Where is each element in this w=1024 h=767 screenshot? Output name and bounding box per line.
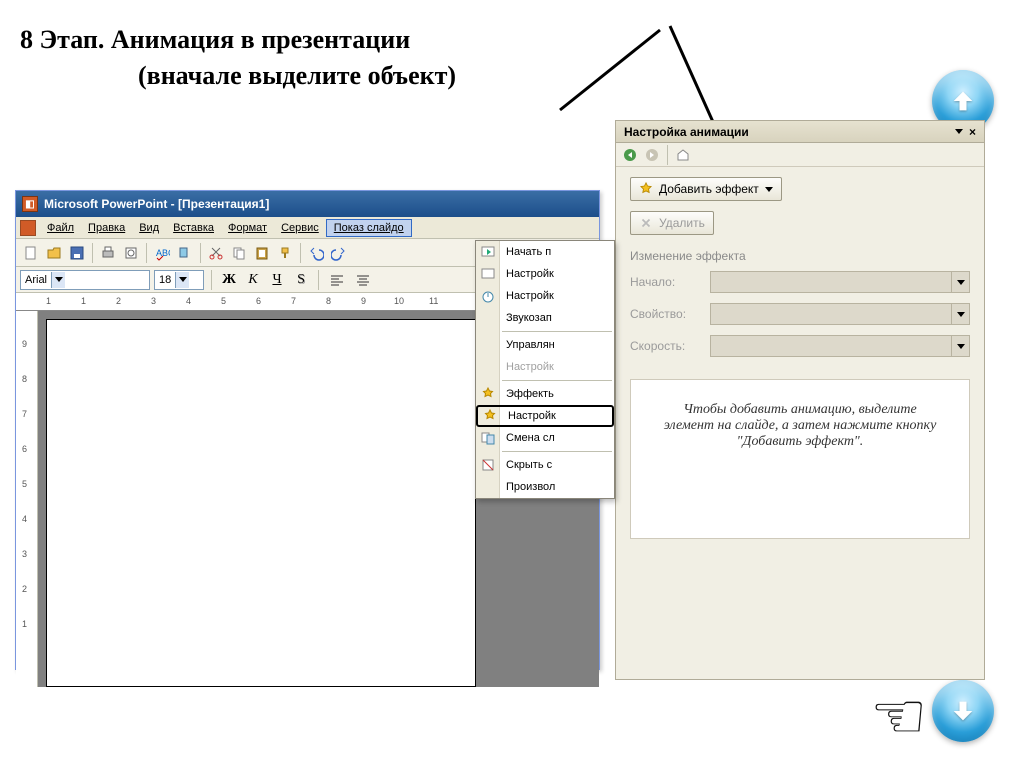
spell-icon[interactable]: ABC (151, 242, 173, 264)
powerpoint-icon: ◧ (22, 196, 38, 212)
menu-item-hide-slide[interactable]: Скрыть с (476, 454, 614, 476)
shadow-button[interactable]: S (291, 270, 311, 290)
heading-line1: 8 Этап. Анимация в презентации (20, 22, 410, 58)
remove-icon (639, 216, 653, 230)
preview-icon[interactable] (120, 242, 142, 264)
font-name-combo[interactable]: Arial (20, 270, 150, 290)
close-icon[interactable]: × (969, 125, 976, 139)
start-combo (710, 271, 970, 293)
italic-button[interactable]: К (243, 270, 263, 290)
open-icon[interactable] (43, 242, 65, 264)
chevron-down-icon[interactable] (51, 272, 65, 288)
paste-icon[interactable] (251, 242, 273, 264)
copy-icon[interactable] (228, 242, 250, 264)
menu-item-effects[interactable]: Эффекть (476, 383, 614, 405)
menu-edit[interactable]: Правка (81, 220, 132, 236)
star-icon (480, 386, 496, 402)
pane-titlebar: Настройка анимации × (616, 121, 984, 143)
change-effect-label: Изменение эффекта (630, 249, 970, 263)
swap-icon (480, 430, 496, 446)
menu-bar[interactable]: Файл Правка Вид Вставка Формат Сервис По… (16, 217, 599, 239)
new-icon[interactable] (20, 242, 42, 264)
property-combo (710, 303, 970, 325)
save-icon[interactable] (66, 242, 88, 264)
heading-line2: (вначале выделите объект) (138, 58, 456, 94)
menu-item-custom-animation[interactable]: Настройк (476, 405, 614, 427)
menu-item-rehearse[interactable]: Настройк (476, 285, 614, 307)
menu-file[interactable]: Файл (40, 220, 81, 236)
menu-item-custom-shows[interactable]: Произвол (476, 476, 614, 498)
pane-nav-toolbar[interactable] (616, 143, 984, 167)
undo-icon[interactable] (305, 242, 327, 264)
research-icon[interactable] (174, 242, 196, 264)
bold-button[interactable]: Ж (219, 270, 239, 290)
anim-icon (482, 408, 498, 424)
add-effect-button[interactable]: Добавить эффект (630, 177, 782, 201)
gear-icon (480, 266, 496, 282)
remove-button: Удалить (630, 211, 714, 235)
menu-item-transition[interactable]: Смена сл (476, 427, 614, 449)
remove-label: Удалить (659, 216, 705, 230)
align-left-icon[interactable] (326, 269, 348, 291)
chevron-down-icon (765, 187, 773, 192)
slide[interactable] (46, 319, 476, 687)
print-icon[interactable] (97, 242, 119, 264)
window-titlebar: ◧ Microsoft PowerPoint - [Презентация1] (16, 191, 599, 217)
speed-combo (710, 335, 970, 357)
home-icon[interactable] (673, 146, 693, 164)
menu-item-action-buttons[interactable]: Управлян (476, 334, 614, 356)
menu-slideshow[interactable]: Показ слайдо (326, 219, 412, 237)
menu-tools[interactable]: Сервис (274, 220, 326, 236)
vertical-ruler: 9 8 7 6 5 4 3 2 1 (16, 311, 38, 687)
menu-item-setup[interactable]: Настройк (476, 263, 614, 285)
help-text: Чтобы добавить анимацию, выделите элемен… (630, 379, 970, 539)
hide-icon (480, 457, 496, 473)
format-painter-icon[interactable] (274, 242, 296, 264)
timer-icon (480, 288, 496, 304)
redo-icon[interactable] (328, 242, 350, 264)
hand-pointer-icon: ☞ (870, 680, 927, 754)
menu-view[interactable]: Вид (132, 220, 166, 236)
add-effect-star-icon (639, 182, 653, 196)
slideshow-menu-dropdown[interactable]: Начать п Настройк Настройк Звукозап Упра… (475, 240, 615, 499)
play-icon (480, 244, 496, 260)
app-icon (20, 220, 36, 236)
cut-icon[interactable] (205, 242, 227, 264)
align-center-icon[interactable] (352, 269, 374, 291)
menu-insert[interactable]: Вставка (166, 220, 221, 236)
property-label: Свойство: (630, 307, 710, 321)
menu-item-action-settings: Настройк (476, 356, 614, 378)
nav-down-button[interactable] (932, 680, 994, 742)
menu-item-start[interactable]: Начать п (476, 241, 614, 263)
window-title: Microsoft PowerPoint - [Презентация1] (44, 197, 269, 211)
chevron-down-icon[interactable] (175, 272, 189, 288)
font-size-combo[interactable]: 18 (154, 270, 204, 290)
pane-title: Настройка анимации (624, 125, 749, 139)
font-size-value: 18 (159, 274, 171, 286)
back-icon[interactable] (620, 146, 640, 164)
speed-label: Скорость: (630, 339, 710, 353)
underline-button[interactable]: Ч (267, 270, 287, 290)
add-effect-label: Добавить эффект (659, 182, 759, 196)
menu-format[interactable]: Формат (221, 220, 274, 236)
chevron-down-icon[interactable] (955, 129, 963, 134)
forward-icon[interactable] (642, 146, 662, 164)
font-name-value: Arial (25, 274, 47, 286)
custom-animation-pane: Настройка анимации × Добавить эффект Уда… (615, 120, 985, 680)
start-label: Начало: (630, 275, 710, 289)
menu-item-record[interactable]: Звукозап (476, 307, 614, 329)
mic-icon (480, 310, 496, 326)
